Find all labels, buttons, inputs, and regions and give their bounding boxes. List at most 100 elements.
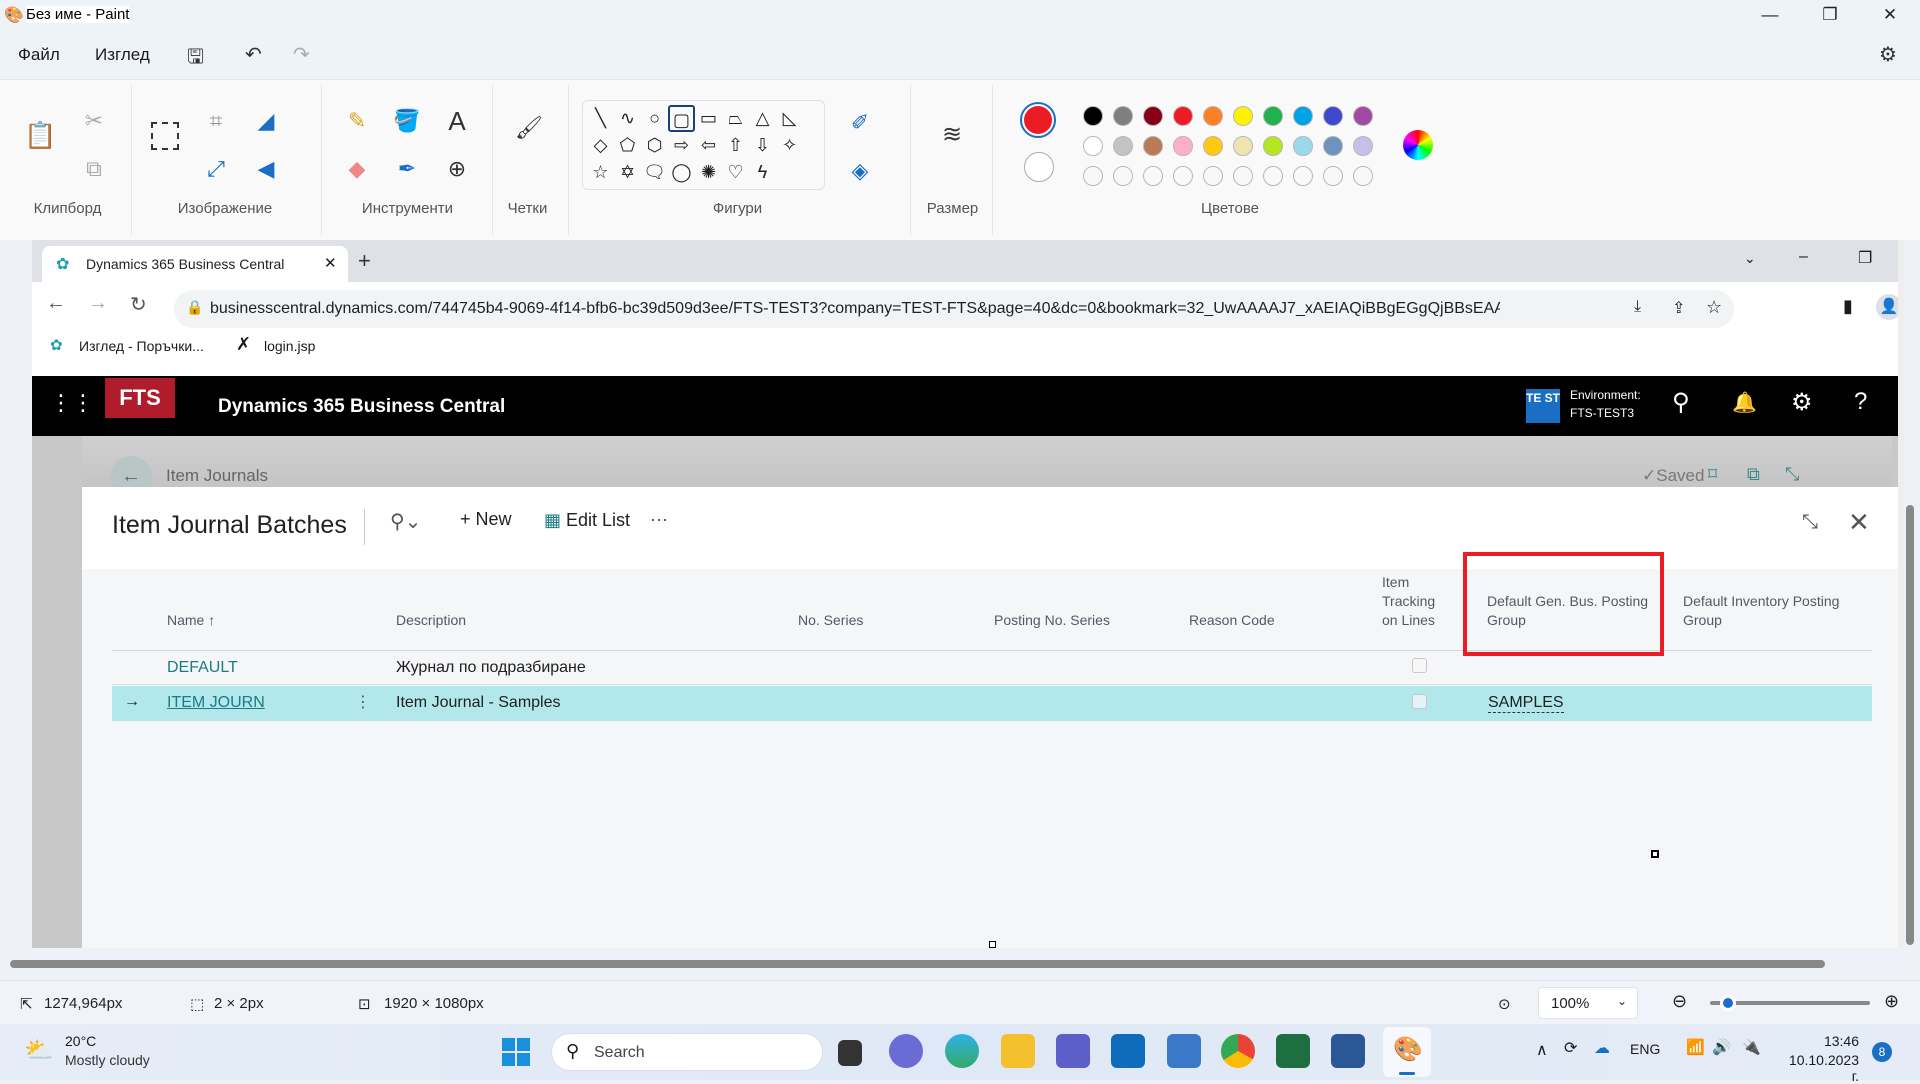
shape-option[interactable]: ∿	[614, 105, 641, 132]
notification-badge[interactable]: 8	[1872, 1042, 1892, 1062]
secondary-color[interactable]	[1024, 152, 1054, 182]
shape-fill-icon[interactable]: ◈	[845, 158, 875, 184]
bookmark-1[interactable]: Изглед - Поръчки...	[79, 338, 204, 354]
crop-icon[interactable]: ⌗	[201, 108, 231, 134]
new-tab-icon[interactable]: +	[358, 248, 371, 274]
custom-color-slot[interactable]	[1113, 166, 1133, 186]
color-swatch[interactable]	[1143, 106, 1163, 126]
table-row[interactable]: DEFAULT Журнал по подразбиране	[112, 651, 1872, 685]
outlook-icon[interactable]	[1111, 1034, 1145, 1068]
start-icon[interactable]	[502, 1038, 530, 1066]
more-actions-button[interactable]: ···	[650, 509, 668, 530]
custom-color-slot[interactable]	[1323, 166, 1343, 186]
color-swatch[interactable]	[1263, 106, 1283, 126]
horizontal-scrollbar[interactable]	[0, 956, 1920, 976]
table-row-selected[interactable]: → ITEM JOURN ⋮ Item Journal - Samples SA…	[112, 686, 1872, 721]
col-posting-no-series[interactable]: Posting No. Series	[994, 611, 1110, 630]
color-swatch[interactable]	[1203, 136, 1223, 156]
collapse-icon[interactable]: ⤡	[1785, 464, 1799, 485]
custom-color-slot[interactable]	[1173, 166, 1193, 186]
red-annotation-rectangle[interactable]	[1463, 552, 1664, 656]
save-icon[interactable]: 🖫	[187, 42, 204, 76]
file-explorer-icon[interactable]	[1001, 1034, 1035, 1068]
open-new-window-icon[interactable]: ⧉	[1747, 464, 1760, 485]
shape-option[interactable]: ⬡	[641, 132, 668, 159]
col-no-series[interactable]: No. Series	[798, 611, 863, 630]
shape-option[interactable]: ⬠	[614, 132, 641, 159]
app-launcher-icon[interactable]: ⋮⋮	[50, 390, 94, 416]
primary-color[interactable]	[1020, 102, 1056, 138]
browser-minimize-icon[interactable]: –	[1799, 248, 1808, 266]
bc-settings-icon[interactable]: ⚙	[1791, 388, 1813, 417]
tab-search-icon[interactable]: ⌄	[1744, 250, 1756, 267]
row-actions-icon[interactable]: ⋮	[355, 692, 371, 712]
color-swatch[interactable]	[1083, 136, 1103, 156]
magnifier-icon[interactable]: ⊕	[442, 156, 472, 182]
undo-icon[interactable]: ↶	[245, 42, 262, 67]
canvas-resize-handle-bottom[interactable]	[989, 941, 996, 948]
restore-button[interactable]: ❐	[1800, 0, 1860, 30]
wifi-icon[interactable]: 📶	[1686, 1038, 1705, 1056]
color-swatch[interactable]	[1353, 106, 1373, 126]
word-icon[interactable]	[1331, 1034, 1365, 1068]
shape-option[interactable]: ✺	[695, 159, 722, 186]
rotate-icon[interactable]: ◢	[251, 108, 281, 134]
color-swatch[interactable]	[1113, 136, 1133, 156]
size-icon[interactable]: ≋	[937, 120, 967, 149]
shape-option[interactable]: ◺	[776, 105, 803, 132]
canvas-resize-handle[interactable]	[1651, 850, 1659, 858]
shape-option[interactable]: ☆	[587, 159, 614, 186]
clock-time[interactable]: 13:46	[1779, 1033, 1859, 1049]
language-indicator[interactable]: ENG	[1630, 1041, 1660, 1057]
eraser-icon[interactable]: ◆	[342, 156, 372, 182]
color-swatch[interactable]	[1293, 106, 1313, 126]
company-logo[interactable]: FTS	[105, 378, 175, 422]
menu-file[interactable]: Файл	[18, 45, 60, 65]
color-swatch[interactable]	[1173, 136, 1193, 156]
task-view-icon[interactable]	[838, 1040, 862, 1066]
color-swatch[interactable]	[1173, 106, 1193, 126]
remote-desktop-icon[interactable]	[1167, 1034, 1201, 1068]
volume-icon[interactable]: 🔊	[1712, 1038, 1731, 1056]
custom-color-slot[interactable]	[1233, 166, 1253, 186]
browser-tab[interactable]: ✿ Dynamics 365 Business Central ✕	[42, 246, 348, 282]
close-button[interactable]: ✕	[1860, 0, 1920, 30]
bookmark-star-icon[interactable]: ☆	[1706, 297, 1722, 318]
shape-option[interactable]: ϟ	[749, 159, 776, 186]
item-tracking-checkbox[interactable]	[1412, 694, 1427, 709]
bookmark-page-icon[interactable]: ⌑	[1708, 464, 1717, 485]
color-picker-icon[interactable]: ✒	[392, 156, 422, 182]
edit-list-button[interactable]: ▦ Edit List	[544, 510, 630, 531]
outline-icon[interactable]: ✐	[845, 110, 875, 136]
row-name[interactable]: DEFAULT	[167, 659, 238, 677]
redo-icon[interactable]: ↷	[293, 42, 310, 67]
color-swatch[interactable]	[1083, 106, 1103, 126]
shape-option[interactable]: ○	[641, 105, 668, 132]
share-icon[interactable]: ⇪	[1672, 298, 1685, 318]
custom-color-slot[interactable]	[1353, 166, 1373, 186]
color-swatch[interactable]	[1113, 106, 1133, 126]
pencil-icon[interactable]: ✎	[342, 108, 372, 134]
shape-option[interactable]: ⏢	[722, 105, 749, 132]
color-swatch[interactable]	[1233, 106, 1253, 126]
zoom-select[interactable]: 100% ⌄	[1538, 987, 1638, 1019]
copy-icon[interactable]: ⧉	[79, 156, 109, 182]
side-panel-icon[interactable]: ▮	[1843, 296, 1853, 317]
shape-option[interactable]: ⇩	[749, 132, 776, 159]
weather-temp[interactable]: 20°C	[65, 1033, 96, 1049]
paste-icon[interactable]: 📋	[24, 120, 56, 151]
col-description[interactable]: Description	[396, 611, 466, 630]
shape-option[interactable]: ╲	[587, 105, 614, 132]
tab-close-icon[interactable]: ✕	[324, 254, 337, 272]
custom-color-slot[interactable]	[1263, 166, 1283, 186]
text-icon[interactable]: A	[442, 106, 472, 137]
flip-icon[interactable]: ◀	[251, 156, 281, 182]
custom-color-slot[interactable]	[1203, 166, 1223, 186]
edit-colors-icon[interactable]	[1403, 130, 1433, 160]
shape-option[interactable]: ✧	[776, 132, 803, 159]
paint-taskbar-button[interactable]: 🎨	[1383, 1027, 1431, 1077]
show-hidden-icons[interactable]: ∧	[1536, 1040, 1548, 1060]
col-item-tracking[interactable]: Item Tracking on Lines	[1382, 573, 1446, 630]
cut-icon[interactable]: ✂	[79, 108, 109, 134]
col-reason-code[interactable]: Reason Code	[1189, 611, 1275, 630]
